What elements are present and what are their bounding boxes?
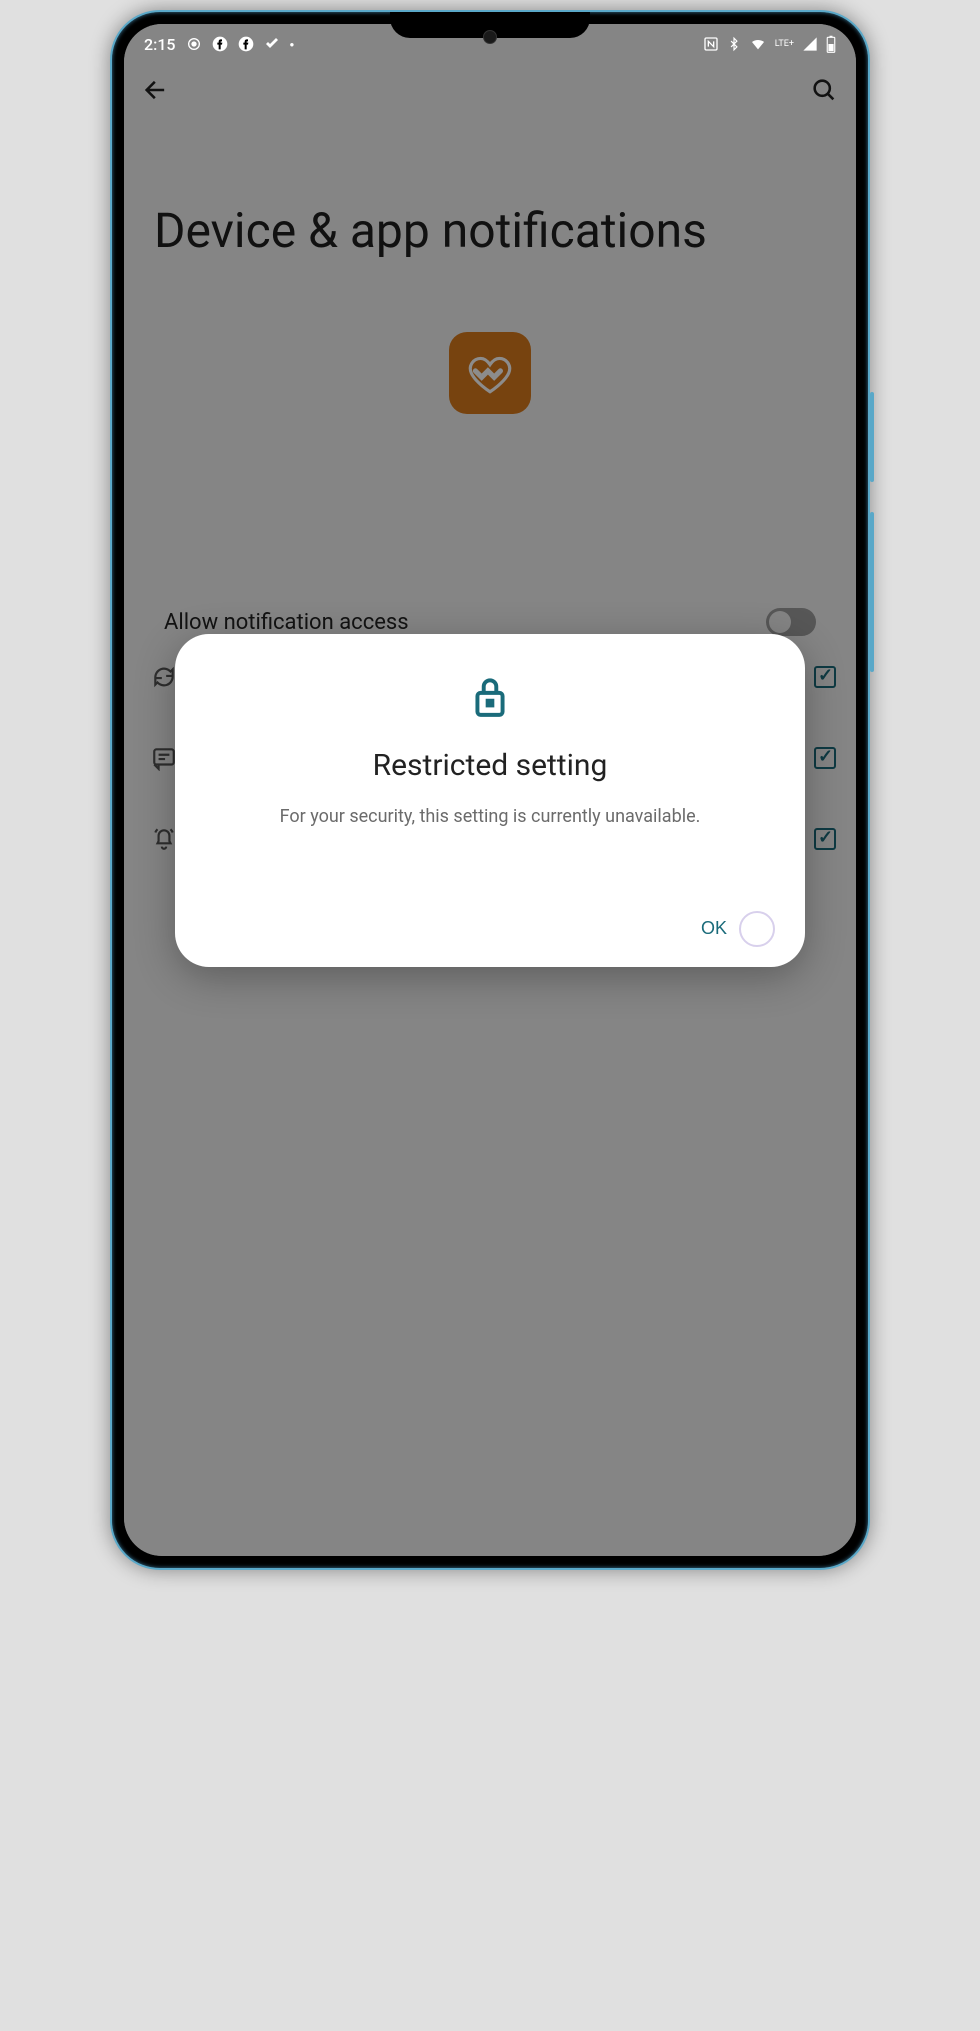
ok-button[interactable]: OK xyxy=(695,910,733,947)
nfc-icon xyxy=(703,36,719,52)
facebook-icon xyxy=(212,36,228,52)
screenshot-icon xyxy=(186,36,202,52)
restricted-setting-dialog: Restricted setting For your security, th… xyxy=(175,634,805,967)
screen: 2:15 ● xyxy=(124,24,856,1556)
status-time: 2:15 xyxy=(144,35,176,54)
app-notification-icon xyxy=(264,36,280,52)
touch-ripple xyxy=(739,911,775,947)
side-button-power xyxy=(870,392,874,482)
phone-frame: 2:15 ● xyxy=(110,10,870,1570)
lock-icon xyxy=(205,674,775,718)
facebook-icon xyxy=(238,36,254,52)
dialog-title: Restricted setting xyxy=(205,748,775,783)
wifi-icon xyxy=(749,36,767,52)
battery-icon xyxy=(826,35,836,53)
front-camera xyxy=(483,30,497,44)
side-button-volume xyxy=(870,512,874,672)
network-label: LTE+ xyxy=(775,39,794,49)
more-notifications-dot: ● xyxy=(290,40,295,49)
bluetooth-icon xyxy=(727,36,741,52)
signal-icon xyxy=(802,36,818,52)
dialog-body: For your security, this setting is curre… xyxy=(205,803,775,830)
